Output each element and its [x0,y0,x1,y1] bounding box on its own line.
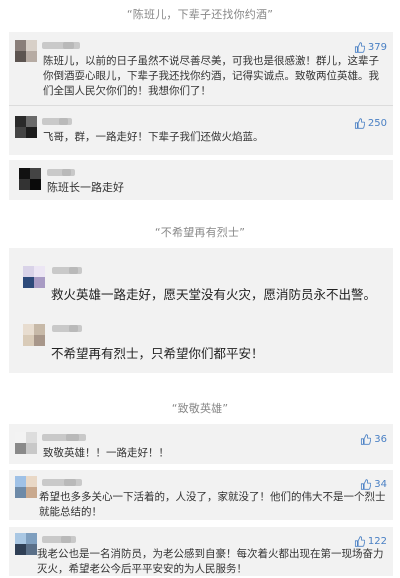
username-blurred[interactable] [52,267,82,274]
thumbs-up-icon [354,536,365,547]
username-blurred[interactable] [42,42,80,49]
avatar[interactable] [15,116,37,138]
like-count: 122 [367,536,387,547]
comment-text: 希望也多多关心一下活着的，人没了，家就没了！他们的伟大不是一个烈士就能总结的！ [39,491,386,518]
thumbs-up-icon [354,118,365,129]
avatar[interactable] [15,432,37,454]
like-count: 379 [367,42,387,53]
username-blurred[interactable] [47,169,75,176]
username-blurred[interactable] [52,325,82,332]
like-button[interactable]: 36 [360,434,387,445]
comment-text: 救火英雄一路走好，愿天堂没有火灾，愿消防员永不出警。 [51,287,377,302]
like-count: 250 [367,118,387,129]
comment-text: 我老公也是一名消防员，为老公感到自豪！每次着火都出现在第一现场奋力灭火，希望老公… [37,548,384,575]
username-blurred[interactable] [42,434,86,441]
thumbs-up-icon [361,434,372,445]
username-blurred[interactable] [42,118,72,125]
avatar[interactable] [23,266,45,288]
comment-panel: 救火英雄一路走好，愿天堂没有火灾，愿消防员永不出警。 不希望再有烈士，只希望你们… [9,248,393,373]
comment-panel: 36 致敬英雄！！一路走好！！ [9,424,393,464]
comment-text: 不希望再有烈士，只希望你们都平安！ [51,346,264,361]
like-button[interactable]: 34 [360,479,387,490]
like-button[interactable]: 250 [354,118,387,129]
divider [9,105,393,106]
comment-panel: 34 希望也多多关心一下活着的，人没了，家就没了！他们的伟大不是一个烈士就能总结… [9,470,393,520]
avatar[interactable] [19,168,41,190]
comment-panel: 陈班长一路走好 [9,160,393,200]
comment-panel: 379 陈班儿，以前的日子虽然不说尽善尽美，可我也是很感激！群儿，这辈子你倒酒耍… [9,32,393,155]
avatar[interactable] [15,40,37,62]
section-title: “不希望再有烈士” [154,226,246,239]
section-title: “致敬英雄” [171,402,229,415]
avatar[interactable] [15,476,37,498]
like-count: 34 [374,479,387,490]
avatar[interactable] [23,324,45,346]
username-blurred[interactable] [42,479,82,486]
comment-text: 陈班儿，以前的日子虽然不说尽善尽美，可我也是很感激！群儿，这辈子你倒酒耍心眼儿，… [43,55,379,97]
username-blurred[interactable] [42,536,76,543]
comment-panel: 122 我老公也是一名消防员，为老公感到自豪！每次着火都出现在第一现场奋力灭火，… [9,527,393,576]
comment-text: 飞哥，群，一路走好！下辈子我们还做火焰蓝。 [43,131,264,143]
thumbs-up-icon [354,42,365,53]
like-button[interactable]: 379 [354,42,387,53]
comment-text: 致敬英雄！！一路走好！！ [43,447,169,459]
like-button[interactable]: 122 [354,536,387,547]
comment-text: 陈班长一路走好 [47,181,124,194]
thumbs-up-icon [361,479,372,490]
like-count: 36 [374,434,387,445]
avatar[interactable] [15,533,37,555]
section-title: “陈班儿，下辈子还找你约酒” [126,8,274,21]
